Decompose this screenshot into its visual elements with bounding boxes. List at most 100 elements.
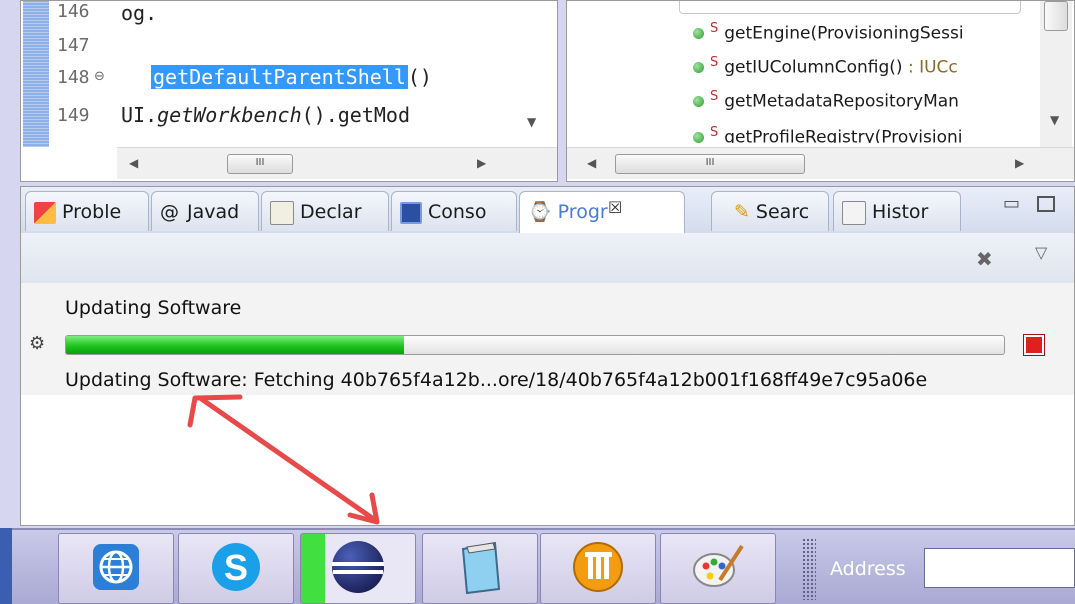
progress-icon: ⌚ <box>528 201 552 223</box>
paint-icon <box>690 540 746 598</box>
scrollbar-thumb[interactable] <box>1044 1 1068 31</box>
search-icon: ✎ <box>734 201 750 223</box>
outline-selected-row <box>679 1 1021 14</box>
tab-declaration[interactable]: Declar <box>261 191 389 231</box>
tab-javadoc[interactable]: @ Javad <box>151 191 259 231</box>
progress-bar <box>65 335 1005 355</box>
public-method-icon <box>693 28 704 40</box>
static-marker: S <box>710 21 719 36</box>
scrollbar-thumb[interactable]: III <box>227 154 293 174</box>
skype-icon: S <box>209 540 263 598</box>
taskbar-button-paint[interactable] <box>660 533 776 604</box>
static-marker: S <box>710 89 719 104</box>
tab-label: Declar <box>300 201 362 223</box>
quick-diff-ruler <box>23 1 49 147</box>
problems-icon <box>34 201 56 224</box>
remove-all-finished-icon[interactable]: ✖ <box>976 247 993 271</box>
tab-progress[interactable]: ⌚ Progr <box>519 191 685 233</box>
tab-label: Conso <box>428 201 487 223</box>
tab-label: Progr <box>557 201 608 223</box>
code-text: og. <box>121 1 158 25</box>
office-icon <box>571 540 625 598</box>
code-line[interactable]: UI.getWorkbench().getMod <box>121 103 410 127</box>
code-line[interactable]: og. <box>121 1 157 25</box>
editor-gutter: 146 147 148 ⊖ 149 <box>21 1 117 147</box>
console-icon <box>400 201 422 224</box>
scroll-right-icon[interactable]: ▶ <box>1015 156 1024 170</box>
address-label: Address <box>830 558 906 580</box>
code-text: ().getMod <box>301 103 410 127</box>
tab-search[interactable]: ✎ Searc <box>711 191 829 231</box>
line-number: 147 <box>57 35 90 56</box>
javadoc-icon: @ <box>160 201 179 223</box>
tab-console[interactable]: Conso <box>391 191 517 231</box>
view-tab-bar: Proble @ Javad Declar Conso ⌚ Progr ☒ ✎ Sea… <box>21 187 1074 234</box>
history-icon <box>842 200 866 225</box>
scroll-down-icon[interactable]: ▼ <box>1050 113 1059 127</box>
taskbar-button-eclipse[interactable] <box>300 533 416 604</box>
taskbar-button-browser[interactable] <box>58 533 174 604</box>
horizontal-scrollbar[interactable]: ◀ III ▶ <box>117 147 557 179</box>
line-number: 146 <box>57 1 90 22</box>
job-title: Updating Software <box>65 297 242 319</box>
public-method-icon <box>693 132 704 143</box>
job-detail-text: Updating Software: Fetching 40b765f4a12b… <box>65 369 928 391</box>
code-text: UI. <box>121 103 158 127</box>
declaration-icon <box>270 200 294 225</box>
cancel-operation-button[interactable] <box>1023 334 1045 356</box>
tab-label: Proble <box>62 201 122 223</box>
progress-bar-fill <box>66 336 404 354</box>
return-type: : IUCc <box>902 57 958 78</box>
tab-label: Histor <box>872 201 929 223</box>
outline-method-item[interactable]: SgetProfileRegistry(Provisioni <box>693 125 963 143</box>
outline-method-item[interactable]: SgetEngine(ProvisioningSessi <box>693 21 964 47</box>
taskbar-button-skype[interactable]: S <box>178 533 294 604</box>
outline-method-item[interactable]: SgetIUColumnConfig() : IUCc <box>693 55 958 81</box>
scroll-down-icon[interactable]: ▼ <box>527 115 536 129</box>
outline-method-item[interactable]: SgetMetadataRepositoryMan <box>693 89 959 115</box>
scroll-left-icon[interactable]: ◀ <box>129 156 138 170</box>
eclipse-icon <box>330 539 386 599</box>
public-method-icon <box>693 62 704 74</box>
static-marker: S <box>710 125 719 140</box>
method-name: getProfileRegistry(Provisioni <box>724 127 963 143</box>
scrollbar-thumb[interactable]: III <box>615 154 805 174</box>
scroll-right-icon[interactable]: ▶ <box>477 156 486 170</box>
view-menu-icon[interactable]: ▽ <box>1035 243 1047 262</box>
public-method-icon <box>693 96 704 108</box>
close-tab-icon[interactable]: ☒ <box>608 198 622 217</box>
method-name: getMetadataRepositoryMan <box>724 91 959 112</box>
method-name: getEngine(ProvisioningSessi <box>724 23 964 44</box>
tab-label: Javad <box>187 201 240 223</box>
tab-label: Searc <box>755 201 810 223</box>
vertical-scrollbar[interactable]: ▼ <box>1040 1 1072 147</box>
line-number: 149 <box>57 105 90 126</box>
code-text: getWorkbench <box>157 103 302 127</box>
horizontal-scrollbar[interactable]: ◀ III ▶ <box>567 147 1074 179</box>
scroll-left-icon[interactable]: ◀ <box>587 156 596 170</box>
code-text: () <box>407 65 432 89</box>
taskbar-button-notepad[interactable] <box>422 533 538 604</box>
globe-browser-icon <box>91 542 141 596</box>
taskbar-button-office[interactable] <box>540 533 656 604</box>
line-number: 148 <box>57 67 90 88</box>
taskbar-edge <box>0 528 12 604</box>
minimize-icon[interactable]: ▭ <box>1003 193 1020 214</box>
tab-history[interactable]: Histor <box>833 191 961 231</box>
job-status-icon: ⚙ <box>29 333 46 354</box>
outline-view[interactable]: SgetEngine(ProvisioningSessi SgetIUColum… <box>566 0 1075 182</box>
selected-text: getDefaultParentShell <box>151 65 408 89</box>
tab-problems[interactable]: Proble <box>25 191 149 231</box>
svg-text:S: S <box>224 547 248 588</box>
static-marker: S <box>710 55 719 70</box>
collapse-icon[interactable]: ⊖ <box>94 69 105 84</box>
method-name: getIUColumnConfig() <box>724 57 903 78</box>
address-input[interactable] <box>924 548 1075 588</box>
toolbar-grip[interactable] <box>802 538 816 600</box>
java-editor[interactable]: 146 147 148 ⊖ 149 og. getDefaultParentSh… <box>20 0 558 182</box>
progress-view-panel: Proble @ Javad Declar Conso ⌚ Progr ☒ ✎ Sea… <box>20 186 1075 526</box>
code-line[interactable]: getDefaultParentShell() <box>151 65 432 89</box>
progress-job-item: Updating Software ⚙ Updating Software: F… <box>21 283 1074 395</box>
view-toolbar: ✖ ▽ <box>21 233 1074 284</box>
maximize-icon[interactable] <box>1037 196 1055 212</box>
